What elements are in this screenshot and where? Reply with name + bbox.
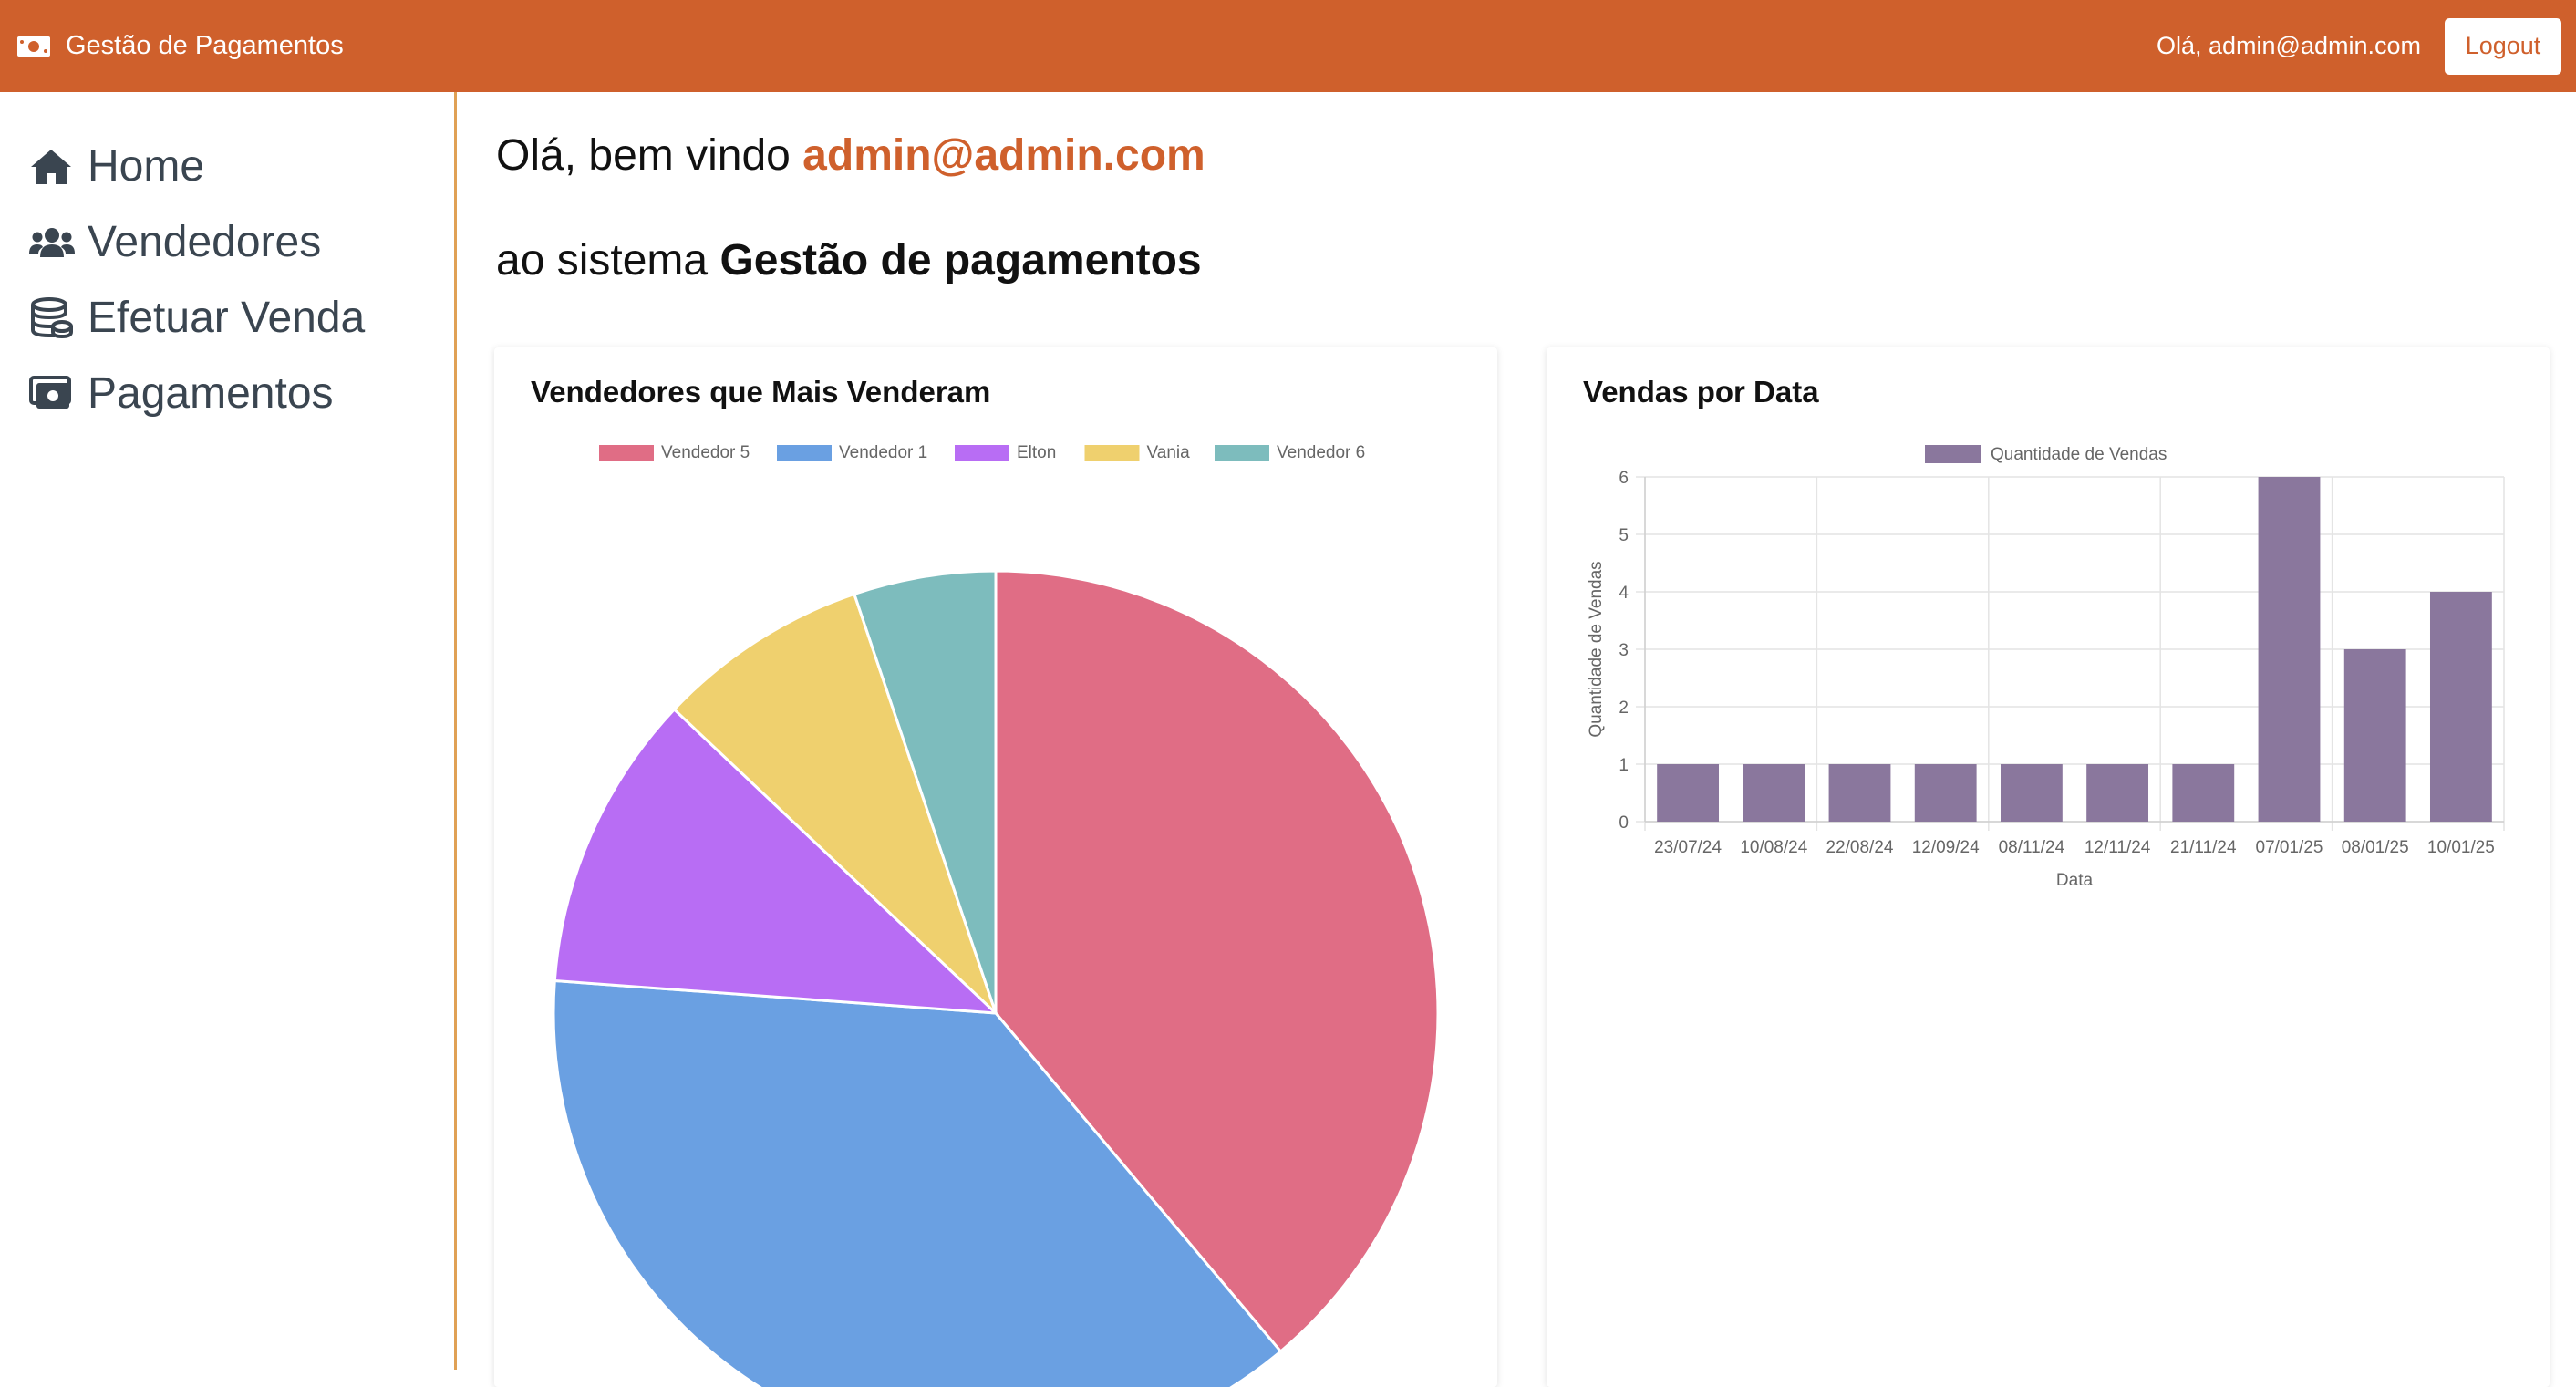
sidebar-item-label: Pagamentos <box>88 369 334 418</box>
bar <box>2172 764 2235 822</box>
system-name: Gestão de pagamentos <box>719 236 1202 285</box>
x-tick-label: 21/11/24 <box>2170 838 2237 857</box>
bar-chart-card: Vendas por Data Quantidade de Vendas 0 1 2 3… <box>1547 347 2550 1387</box>
legend-label: Vendedor 5 <box>661 443 750 462</box>
brand-title: Gestão de Pagamentos <box>66 31 344 60</box>
x-tick-label: 12/09/24 <box>1912 838 1980 857</box>
brand[interactable]: Gestão de Pagamentos <box>16 31 344 61</box>
x-tick-label: 10/08/24 <box>1740 838 1807 857</box>
x-tick-label: 22/08/24 <box>1826 838 1894 857</box>
pie-chart-card: Vendedores que Mais Venderam Vendedor 5V… <box>494 347 1497 1387</box>
legend-swatch <box>599 445 654 461</box>
sidebar-item-efetuar-venda[interactable]: Efetuar Venda <box>0 280 454 356</box>
welcome-prefix: Olá, bem vindo <box>496 131 803 180</box>
money-bill-icon <box>17 36 50 57</box>
legend-swatch <box>1084 445 1140 461</box>
y-tick-label: 0 <box>1619 813 1629 833</box>
legend-label: Vendedor 6 <box>1277 443 1365 462</box>
y-tick-label: 6 <box>1619 469 1629 488</box>
x-tick-label: 23/07/24 <box>1654 838 1722 857</box>
logout-button[interactable]: Logout <box>2445 17 2561 75</box>
legend-label: Vania <box>1147 443 1191 462</box>
x-tick-label: 12/11/24 <box>2085 838 2151 857</box>
user-greeting: Olá, admin@admin.com <box>2156 32 2421 59</box>
y-tick-label: 3 <box>1619 641 1629 660</box>
bar-chart: Quantidade de Vendas 0 1 2 3 4 5 6 23/07/24 10/08… <box>1587 445 2505 890</box>
sidebar-item-vendedores[interactable]: Vendedores <box>0 204 454 280</box>
coins-icon <box>29 296 77 340</box>
y-tick-label: 5 <box>1619 526 1629 545</box>
top-navbar: Gestão de Pagamentos Olá, admin@admin.co… <box>0 0 2576 92</box>
legend-swatch <box>777 445 832 461</box>
main-content: Olá, bem vindo admin@admin.com ao sistem… <box>460 92 2576 1387</box>
bar <box>2258 477 2321 822</box>
pie-chart: Vendedor 5 Vendedor 1 Elton Vania Vendedor 6 <box>552 443 1440 1387</box>
x-axis-label: Data <box>2056 871 2094 890</box>
y-tick-label: 2 <box>1619 699 1629 718</box>
welcome-heading: Olá, bem vindo admin@admin.com <box>496 129 1205 183</box>
bar <box>2000 764 2063 822</box>
x-tick-label: 10/01/25 <box>2427 838 2495 857</box>
welcome-subtitle: ao sistema Gestão de pagamentos <box>496 233 1202 288</box>
sidebar-item-home[interactable]: Home <box>0 129 454 204</box>
sidebar: Home Vendedores Efetuar Venda Pagamentos <box>0 92 457 1370</box>
sidebar-item-pagamentos[interactable]: Pagamentos <box>0 356 454 431</box>
sidebar-item-label: Vendedores <box>88 218 322 266</box>
bar <box>2429 592 2492 822</box>
y-tick-label: 1 <box>1619 756 1629 775</box>
bar <box>1743 764 1805 822</box>
legend-swatch <box>955 445 1009 461</box>
legend-swatch <box>1925 445 1981 463</box>
users-icon <box>29 221 77 264</box>
x-tick-label: 08/11/24 <box>1999 838 2065 857</box>
home-icon <box>29 145 77 189</box>
x-tick-label: 07/01/25 <box>2256 838 2323 857</box>
bar <box>1657 764 1720 822</box>
y-axis-label: Quantidade de Vendas <box>1587 561 1606 737</box>
system-prefix: ao sistema <box>496 236 720 285</box>
money-icon <box>29 372 77 416</box>
legend-swatch <box>1215 445 1269 461</box>
legend-label: Elton <box>1017 443 1056 462</box>
legend-label: Quantidade de Vendas <box>1991 445 2167 464</box>
sidebar-item-label: Home <box>88 142 205 191</box>
welcome-user: admin@admin.com <box>802 131 1205 180</box>
bar <box>1828 764 1891 822</box>
x-tick-label: 08/01/25 <box>2342 838 2409 857</box>
bar <box>2086 764 2149 822</box>
legend-label: Vendedor 1 <box>839 443 927 462</box>
y-tick-label: 4 <box>1619 584 1629 603</box>
bar <box>1914 764 1977 822</box>
bar <box>2343 649 2406 822</box>
sidebar-item-label: Efetuar Venda <box>88 294 366 342</box>
